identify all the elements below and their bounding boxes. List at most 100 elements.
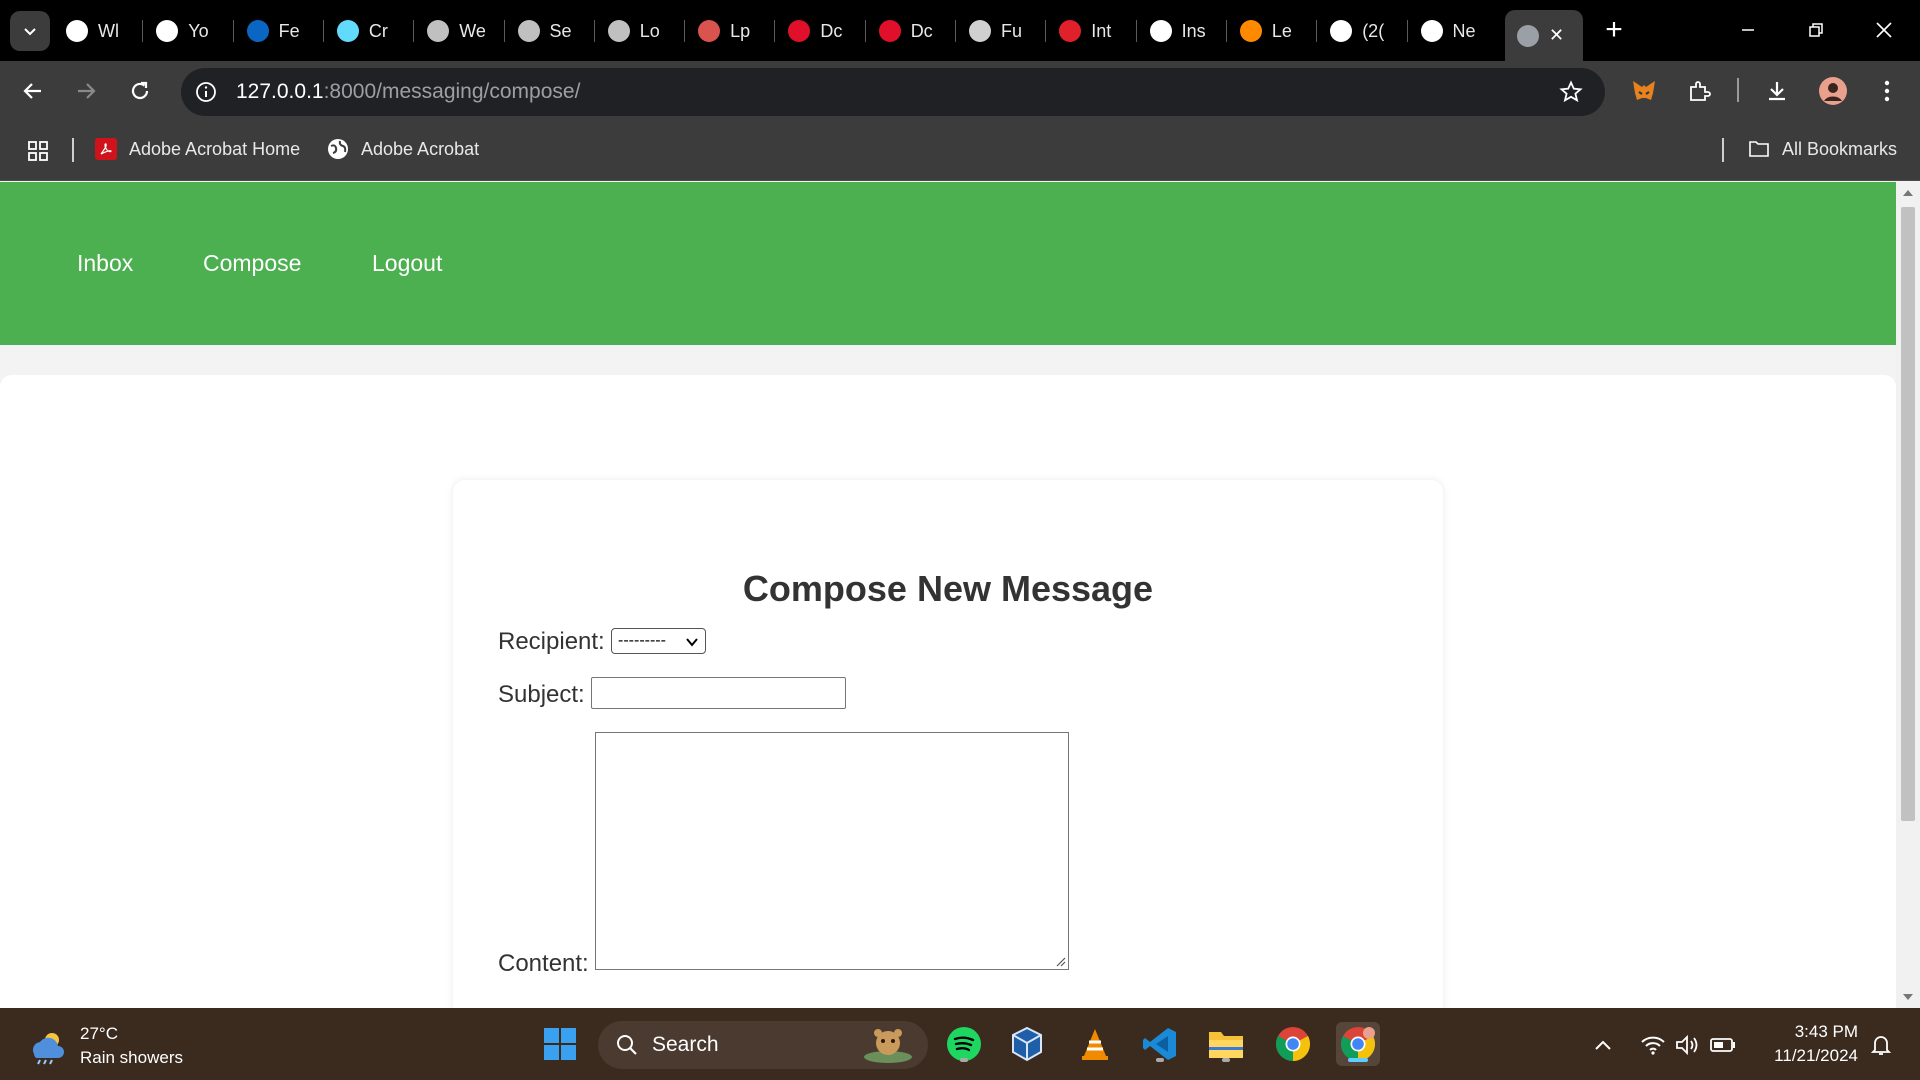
tab-separator bbox=[1045, 20, 1047, 42]
vlc-icon[interactable] bbox=[1073, 1022, 1117, 1066]
tab-label: Dc bbox=[910, 20, 933, 41]
adobe-acrobat-icon bbox=[95, 138, 117, 160]
tab-label: (2( bbox=[1362, 20, 1385, 41]
tab-4[interactable]: We bbox=[427, 11, 489, 51]
minimize-button[interactable] bbox=[1728, 8, 1768, 52]
volume-icon[interactable] bbox=[1674, 1032, 1700, 1058]
back-button[interactable] bbox=[14, 72, 52, 110]
content-textarea[interactable] bbox=[595, 732, 1069, 970]
downloads-icon[interactable] bbox=[1760, 74, 1794, 108]
site-navbar: Inbox Compose Logout bbox=[0, 182, 1896, 345]
file-explorer-icon[interactable] bbox=[1204, 1022, 1248, 1066]
tab-15[interactable]: Ne bbox=[1420, 11, 1483, 51]
all-bookmarks-button[interactable]: All Bookmarks bbox=[1748, 138, 1897, 160]
tab-label: Lo bbox=[639, 20, 660, 41]
tab-7[interactable]: Lp bbox=[698, 11, 760, 51]
tab-close-icon[interactable]: ✕ bbox=[1549, 25, 1564, 46]
tab-active[interactable]: ✕ bbox=[1505, 10, 1583, 61]
bookmarks-divider bbox=[1722, 138, 1724, 162]
bookmark-adobe-acrobat-home[interactable]: Adobe Acrobat Home bbox=[95, 138, 300, 160]
recipient-select[interactable]: --------- bbox=[611, 628, 706, 654]
nav-link-compose[interactable]: Compose bbox=[203, 250, 301, 277]
tab-label: Int bbox=[1091, 20, 1112, 41]
tab-label: Ne bbox=[1452, 20, 1476, 41]
tab-0[interactable]: Wl bbox=[66, 11, 128, 51]
tab-9[interactable]: Dc bbox=[878, 11, 941, 51]
tab-strip: Wl Yo Fe Cr We Se Lo Lp Dc Dc Fu Int Ins Le (2( Ne ✕ + bbox=[0, 0, 1920, 61]
page-viewport: Inbox Compose Logout Compose New Message… bbox=[0, 182, 1896, 1008]
tab-11[interactable]: Int bbox=[1059, 11, 1121, 51]
m-logo-icon bbox=[878, 20, 901, 42]
apps-grid-icon[interactable] bbox=[26, 139, 50, 163]
tab-label: Fu bbox=[1001, 20, 1023, 41]
minimize-icon bbox=[1742, 29, 1754, 31]
tab-separator bbox=[955, 20, 956, 42]
scroll-thumb[interactable] bbox=[1901, 207, 1915, 821]
chevron-down-icon bbox=[24, 28, 36, 36]
vscode-icon[interactable] bbox=[1138, 1022, 1182, 1066]
extensions-icon[interactable] bbox=[1682, 74, 1716, 108]
taskbar-search[interactable]: Search bbox=[598, 1021, 928, 1069]
tab-label: Dc bbox=[820, 20, 843, 41]
windows-taskbar: 27°C Rain showers Search 3:43 PM 11/21/2… bbox=[0, 1008, 1920, 1080]
tab-separator bbox=[142, 20, 144, 42]
metamask-icon[interactable] bbox=[1627, 74, 1661, 108]
tab-12[interactable]: Ins bbox=[1149, 11, 1212, 51]
tab-1[interactable]: Yo bbox=[156, 11, 218, 51]
wifi-icon[interactable] bbox=[1640, 1032, 1666, 1058]
weather-widget[interactable]: 27°C Rain showers bbox=[26, 1022, 183, 1070]
system-clock[interactable]: 3:43 PM 11/21/2024 bbox=[1758, 1020, 1858, 1068]
site-info-icon[interactable] bbox=[195, 81, 217, 103]
tab-13[interactable]: Le bbox=[1239, 11, 1302, 51]
tab-search-button[interactable] bbox=[10, 11, 50, 51]
tab-label: Fe bbox=[278, 20, 300, 41]
globe-icon bbox=[1517, 24, 1539, 47]
chrome-icon bbox=[66, 20, 88, 42]
resize-grip-icon[interactable] bbox=[1054, 955, 1066, 967]
site-badge-icon bbox=[698, 20, 721, 42]
reload-button[interactable] bbox=[121, 72, 159, 110]
rain-cloud-icon bbox=[32, 1033, 64, 1065]
battery-icon[interactable] bbox=[1710, 1032, 1736, 1058]
m-colorful-icon bbox=[1239, 20, 1262, 42]
all-bookmarks-label: All Bookmarks bbox=[1782, 138, 1898, 159]
tab-6[interactable]: Lo bbox=[607, 11, 670, 51]
chrome-active-icon[interactable] bbox=[1336, 1022, 1380, 1066]
windows-start-button[interactable] bbox=[538, 1022, 582, 1066]
spotify-icon[interactable] bbox=[942, 1022, 986, 1066]
tab-label: Ins bbox=[1181, 20, 1206, 41]
forward-button[interactable] bbox=[67, 72, 105, 110]
tab-separator bbox=[413, 20, 415, 42]
nav-link-logout[interactable]: Logout bbox=[372, 250, 442, 277]
scroll-down-icon[interactable] bbox=[1902, 992, 1914, 1002]
tab-14[interactable]: (2( bbox=[1330, 11, 1392, 51]
menu-kebab-icon[interactable] bbox=[1870, 74, 1904, 108]
tab-10[interactable]: Fu bbox=[969, 11, 1031, 51]
scroll-up-icon[interactable] bbox=[1902, 188, 1914, 198]
chevron-down-icon bbox=[686, 638, 698, 647]
close-window-button[interactable] bbox=[1864, 8, 1904, 52]
page-scrollbar[interactable] bbox=[1896, 182, 1920, 1008]
globe-icon bbox=[427, 20, 450, 42]
profile-avatar[interactable] bbox=[1816, 74, 1850, 108]
tray-overflow-icon[interactable] bbox=[1590, 1032, 1616, 1058]
notification-bell-icon[interactable] bbox=[1868, 1032, 1894, 1058]
new-tab-button[interactable]: + bbox=[1594, 8, 1634, 52]
bookmark-adobe-acrobat[interactable]: Adobe Acrobat bbox=[327, 138, 479, 160]
address-bar[interactable]: 127.0.0.1:8000/messaging/compose/ bbox=[181, 68, 1605, 116]
arrow-right-icon bbox=[78, 83, 96, 99]
subject-input[interactable] bbox=[591, 677, 846, 709]
chrome-icon[interactable] bbox=[1271, 1022, 1315, 1066]
tab-label: Yo bbox=[188, 20, 209, 41]
page-title: Compose New Message bbox=[742, 568, 1154, 609]
nav-link-inbox[interactable]: Inbox bbox=[77, 250, 133, 277]
tab-label: Le bbox=[1271, 20, 1292, 41]
restore-button[interactable] bbox=[1796, 8, 1836, 52]
tab-2[interactable]: Fe bbox=[246, 11, 309, 51]
tab-3[interactable]: Cr bbox=[336, 11, 399, 51]
tab-5[interactable]: Se bbox=[517, 11, 580, 51]
tab-8[interactable]: Dc bbox=[788, 11, 850, 51]
star-icon[interactable] bbox=[1559, 80, 1583, 104]
virtualbox-icon[interactable] bbox=[1005, 1022, 1049, 1066]
gauge-icon bbox=[1059, 20, 1082, 42]
